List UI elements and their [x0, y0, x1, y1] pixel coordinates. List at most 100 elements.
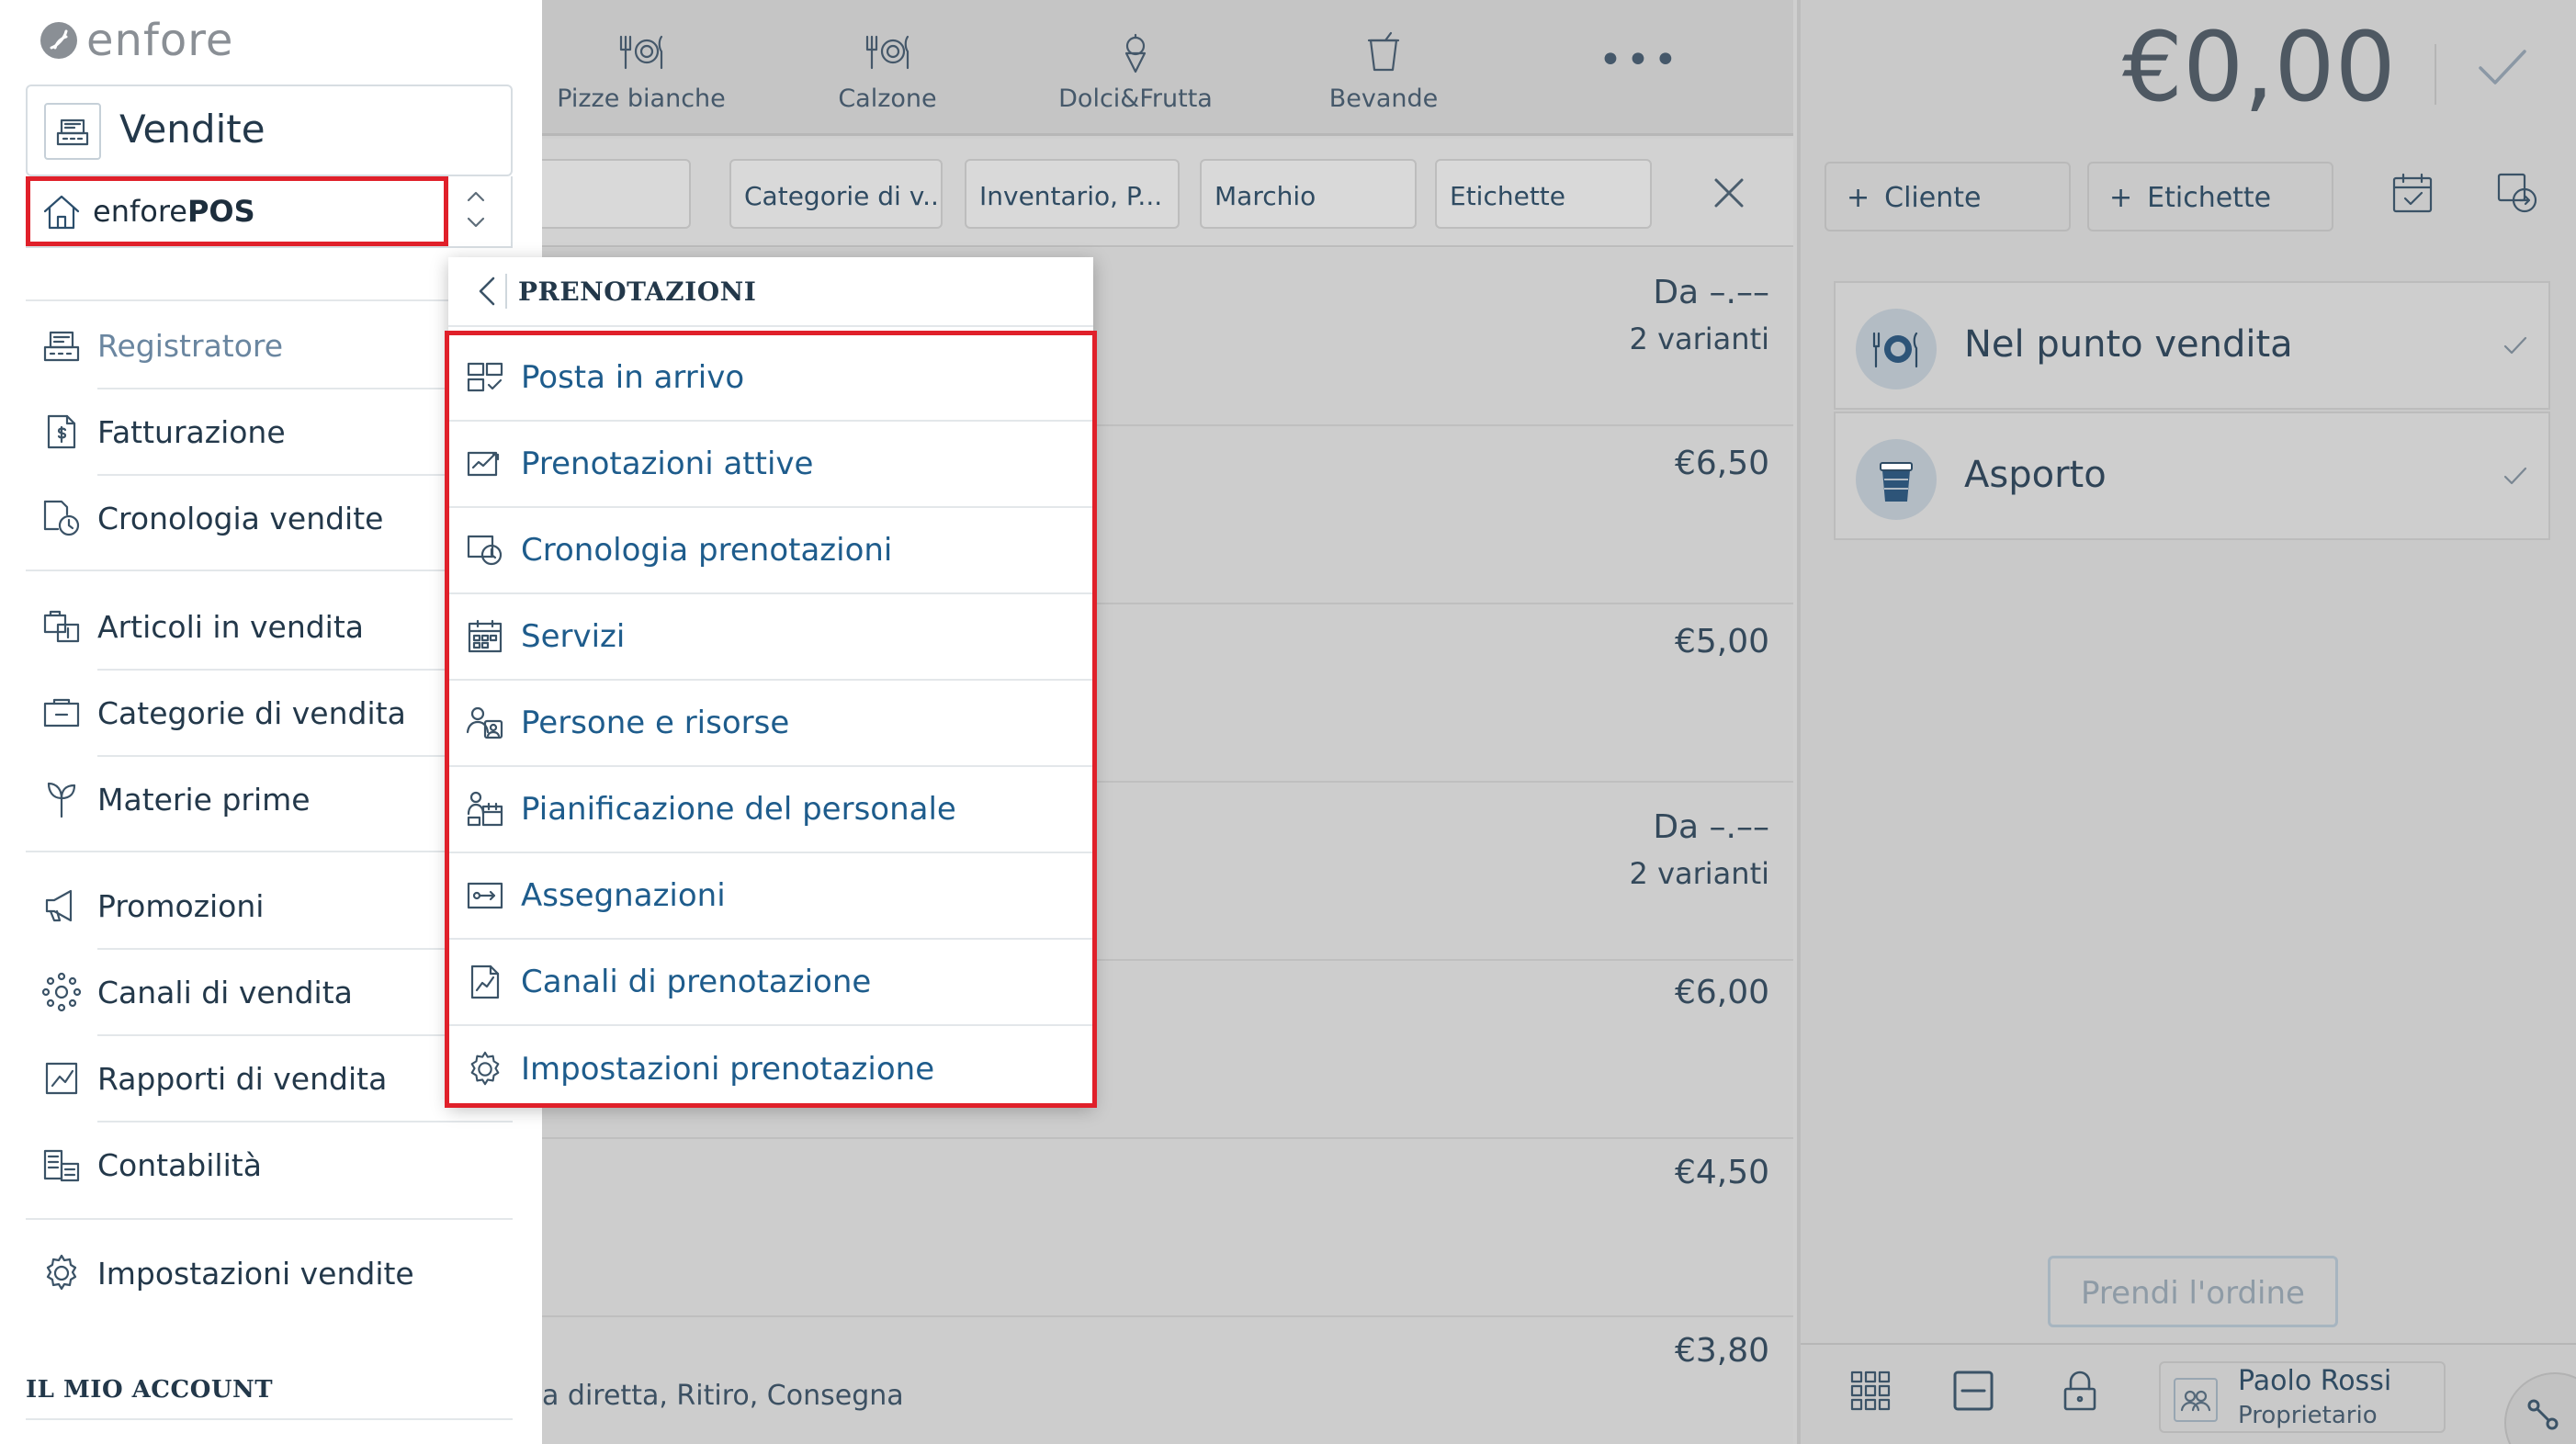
sidebar-item-label: Impostazioni vendite: [97, 1255, 414, 1292]
raw-materials-icon: [26, 780, 97, 818]
gear-icon: [26, 1253, 97, 1293]
order-total: €0,00: [2122, 11, 2396, 123]
sidebar-item-materie-prime[interactable]: Materie prime: [26, 757, 513, 841]
home-icon: [43, 195, 80, 230]
mode-dine-in[interactable]: Nel punto vendita: [1834, 281, 2550, 410]
filter-chip[interactable]: Categorie di v...: [729, 159, 943, 229]
category-calzone[interactable]: Calzone: [768, 0, 1007, 136]
menu-item-label: Cronologia prenotazioni: [521, 532, 893, 569]
filter-chip[interactable]: Etichette: [1435, 159, 1652, 229]
lock-icon[interactable]: [2058, 1369, 2102, 1413]
booking-channels-icon: [449, 963, 521, 1001]
link-nodes-icon: [2527, 1399, 2559, 1430]
more-categories-icon[interactable]: •••: [1599, 37, 1678, 84]
reservations-menu-list: Posta in arrivo Prenotazioni attive Cron…: [445, 331, 1097, 1108]
store-selector[interactable]: enforePOS: [26, 176, 448, 246]
grid-icon[interactable]: [1848, 1369, 1892, 1413]
dish-icon: [619, 35, 663, 70]
category-dolci-frutta[interactable]: Dolci&Frutta: [1016, 0, 1255, 136]
divider: [26, 1418, 513, 1420]
calendar-check-icon[interactable]: [2390, 171, 2435, 215]
popover-title: PRENOTAZIONI: [518, 276, 757, 307]
sidebar-item-label: Cronologia vendite: [97, 500, 384, 536]
cash-register-icon: [44, 103, 101, 160]
mode-takeaway[interactable]: Asporto: [1834, 412, 2550, 540]
menu-item-servizi[interactable]: Servizi: [449, 594, 1092, 681]
user-role: Proprietario: [2238, 1402, 2378, 1429]
logo-mark-icon: [40, 22, 77, 59]
chevron-left-icon[interactable]: [469, 273, 505, 310]
divider: [26, 299, 513, 301]
take-order-button[interactable]: Prendi l'ordine: [2048, 1256, 2338, 1327]
sidebar-item-rapporti-di-vendita[interactable]: Rapporti di vendita: [26, 1036, 513, 1121]
dish-icon: [865, 35, 910, 70]
sidebar-item-fatturazione[interactable]: Fatturazione: [26, 389, 513, 474]
category-bevande[interactable]: Bevande: [1264, 0, 1503, 136]
menu-item-label: Posta in arrivo: [521, 359, 745, 396]
booking-history-icon: [449, 533, 521, 568]
sidebar-item-label: Fatturazione: [97, 413, 286, 450]
filter-chip[interactable]: Inventario, P...: [965, 159, 1180, 229]
divider: [2435, 44, 2436, 105]
menu-item-label: Servizi: [521, 618, 626, 655]
reservations-popover: PRENOTAZIONI Posta in arrivo Prenotazion…: [445, 257, 1097, 1108]
section-header[interactable]: Vendite: [26, 85, 513, 176]
megaphone-icon: [26, 887, 97, 924]
active-bookings-icon: [449, 447, 521, 480]
takeaway-icon: [1856, 439, 1937, 520]
invoice-icon: [26, 412, 97, 451]
product-price: €6,00: [1674, 974, 1769, 1011]
product-row[interactable]: €4,50: [542, 1139, 1793, 1317]
category-pizze-bianche[interactable]: Pizze bianche: [522, 0, 761, 136]
check-icon: [2503, 336, 2527, 355]
store-name: enforePOS: [93, 194, 255, 229]
menu-item-posta-in-arrivo[interactable]: Posta in arrivo: [449, 335, 1092, 422]
add-customer-button[interactable]: + Cliente: [1825, 162, 2071, 231]
user-name: Paolo Rossi: [2238, 1365, 2392, 1397]
sidebar-item-label: Registratore: [97, 327, 284, 364]
inbox-icon: [449, 361, 521, 394]
product-description: a diretta, Ritiro, Consegna: [542, 1380, 904, 1412]
chevron-updown-icon[interactable]: [463, 182, 489, 237]
category-label: Bevande: [1328, 85, 1439, 113]
filter-chip[interactable]: Marchio: [1200, 159, 1417, 229]
category-label: Dolci&Frutta: [1058, 85, 1213, 113]
product-row[interactable]: €3,80 a diretta, Ritiro, Consegna: [542, 1317, 1793, 1444]
sidebar-item-canali-di-vendita[interactable]: Canali di vendita: [26, 950, 513, 1034]
user-card[interactable]: Paolo Rossi Proprietario: [2159, 1361, 2446, 1433]
add-customer-label: Cliente: [1884, 182, 1982, 214]
sidebar-item-articoli-in-vendita[interactable]: Articoli in vendita: [26, 584, 513, 669]
divider: [26, 1218, 513, 1220]
product-price: €5,00: [1674, 623, 1769, 660]
sidebar-item-label: Promozioni: [97, 887, 265, 924]
menu-item-impostazioni-prenotazione[interactable]: Impostazioni prenotazione: [449, 1026, 1092, 1112]
menu-item-label: Assegnazioni: [521, 877, 726, 914]
menu-item-label: Pianificazione del personale: [521, 791, 956, 828]
transfer-icon[interactable]: [2495, 171, 2539, 215]
menu-item-label: Canali di prenotazione: [521, 964, 872, 1000]
sidebar-item-cronologia-vendite[interactable]: Cronologia vendite: [26, 476, 513, 560]
register-icon: [26, 327, 97, 364]
add-tags-button[interactable]: + Etichette: [2087, 162, 2333, 231]
sidebar-item-promozioni[interactable]: Promozioni: [26, 863, 513, 948]
popover-header: PRENOTAZIONI: [448, 257, 1093, 327]
product-variants: 2 varianti: [1629, 856, 1769, 891]
confirm-check-icon[interactable]: [2475, 44, 2530, 90]
reports-icon: [26, 1060, 97, 1097]
people-icon: [449, 705, 521, 741]
sidebar-item-label: Materie prime: [97, 781, 311, 818]
menu-item-cronologia-prenotazioni[interactable]: Cronologia prenotazioni: [449, 508, 1092, 594]
sidebar-item-contabilita[interactable]: Contabilità: [26, 1122, 513, 1207]
sidebar-item-impostazioni-vendite[interactable]: Impostazioni vendite: [26, 1231, 513, 1315]
sidebar-item-label: Rapporti di vendita: [97, 1060, 388, 1097]
close-icon[interactable]: [1711, 175, 1747, 211]
menu-item-canali-di-prenotazione[interactable]: Canali di prenotazione: [449, 940, 1092, 1026]
articles-icon: [26, 608, 97, 645]
menu-item-persone-e-risorse[interactable]: Persone e risorse: [449, 681, 1092, 767]
menu-item-pianificazione-del-personale[interactable]: Pianificazione del personale: [449, 767, 1092, 853]
sidebar-item-categorie-di-vendita[interactable]: Categorie di vendita: [26, 671, 513, 755]
menu-item-assegnazioni[interactable]: Assegnazioni: [449, 853, 1092, 940]
menu-item-prenotazioni-attive[interactable]: Prenotazioni attive: [449, 422, 1092, 508]
minus-box-icon[interactable]: [1951, 1369, 1995, 1413]
product-price: Da –.––: [1653, 274, 1769, 311]
